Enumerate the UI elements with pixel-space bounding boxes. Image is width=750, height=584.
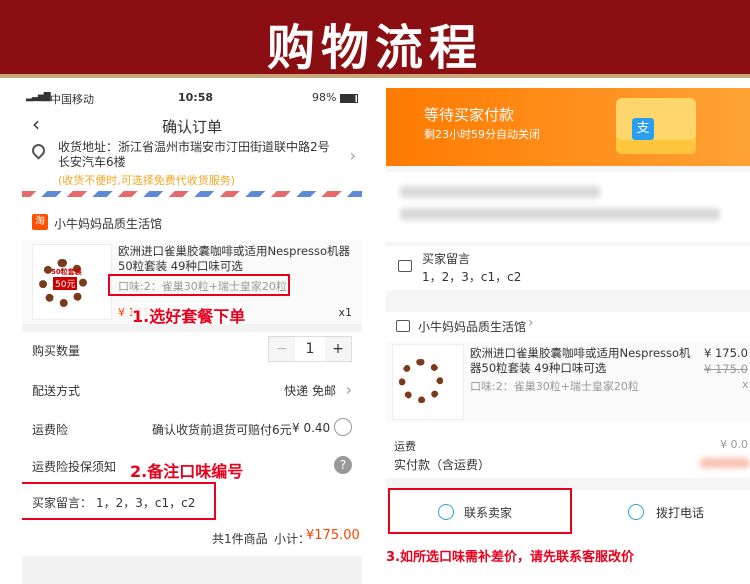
buy-qty-row: 购买数量 − 1 + — [22, 336, 362, 362]
store-icon — [396, 320, 410, 332]
banner-title: 购物流程 — [266, 20, 483, 76]
product-orig-price: ¥ 175.0 — [704, 362, 748, 376]
order-shop-card: 小牛妈妈品质生活馆 › 欧洲进口雀巢胶囊咖啡或适用Nespresso机器50粒套… — [386, 312, 750, 432]
address-row[interactable]: 收货地址：浙江省温州市瑞安市汀田街道联中路2号 长安汽车6楼 (收货不便时,可选… — [22, 140, 362, 188]
carrier-label: 中国移动 — [50, 93, 94, 106]
location-pin-icon — [29, 141, 48, 160]
thumb-badge: 50粒套装 — [51, 268, 82, 276]
wallet-icon — [616, 98, 696, 154]
buy-qty-label: 购买数量 — [32, 344, 81, 358]
left-order-screen: ▂▃▅▇ 中国移动 10:58 98% ‹ 确认订单 收货地址：浙江省温州市瑞安… — [22, 88, 362, 584]
chevron-right-icon: › — [349, 146, 356, 165]
summary-subtotal: ¥175.00 — [306, 528, 360, 543]
payment-summary-card: 运费 ¥ 0.0 实付款（含运费） — [386, 432, 750, 478]
insurance-notice-label: 运费险投保须知 — [32, 460, 117, 474]
bottom-divider — [22, 556, 362, 584]
call-label: 拨打电话 — [656, 506, 705, 520]
right-order-detail-screen: 等待买家付款 剩23小时59分自动关闭 支 买家留言 1，2，3，c1，c2 小… — [386, 88, 750, 584]
wait-sub: 剩23小时59分自动关闭 — [424, 128, 540, 141]
insurance-label: 运费险 — [32, 423, 69, 437]
status-bar: ▂▃▅▇ 中国移动 10:58 98% — [22, 88, 362, 108]
summary-subtotal-label: 小计： — [274, 532, 311, 546]
help-icon[interactable]: ? — [334, 456, 352, 474]
insurance-row[interactable]: 运费险 确认收货前退货可赔付6元 ¥ 0.40 — [22, 418, 362, 442]
shop-name: 小牛妈妈品质生活馆 — [54, 217, 163, 231]
product-qty: x — [742, 378, 749, 391]
buyer-message-card: 买家留言 1，2，3，c1，c2 — [386, 246, 750, 290]
product-flavor: 口味:2：雀巢30粒+瑞士皇家20粒 — [470, 380, 639, 393]
blurred-name — [400, 186, 600, 198]
product-title: 欧洲进口雀巢胶囊咖啡或适用Nespresso机器50粒套装 49种口味可选 — [118, 244, 351, 273]
annotation-step2: 2.备注口味编号 — [130, 462, 244, 481]
annotation-area: 3.如所选口味需补差价，请先联系客服改价 — [386, 540, 750, 584]
qty-minus-button[interactable]: − — [269, 337, 295, 361]
shop-icon: 淘 — [32, 214, 48, 230]
insurance-price: ¥ 0.40 — [292, 421, 331, 435]
thumb-badge-price: 50元 — [53, 277, 78, 290]
message-highlight-box — [22, 482, 216, 520]
annotation-step3: 3.如所选口味需补差价，请先联系客服改价 — [386, 550, 634, 565]
product-row[interactable]: 欧洲进口雀巢胶囊咖啡或适用Nespresso机器50粒套装 49种口味可选 口味… — [386, 342, 750, 422]
insurance-desc: 确认收货前退货可赔付6元 — [152, 423, 292, 437]
call-button[interactable]: 拨打电话 — [570, 490, 750, 534]
alipay-icon: 支 — [632, 118, 654, 140]
paid-label: 实付款（含运费） — [394, 458, 491, 472]
insurance-checkbox[interactable] — [334, 418, 352, 436]
qty-value[interactable]: 1 — [295, 337, 325, 361]
shop-row[interactable]: 淘 小牛妈妈品质生活馆 — [22, 214, 362, 234]
product-title: 欧洲进口雀巢胶囊咖啡或适用Nespresso机器50粒套装 49种口味可选 — [470, 346, 691, 375]
banner: 购物流程 — [0, 0, 750, 78]
product-thumbnail — [392, 344, 464, 420]
buyer-message-value: 1，2，3，c1，c2 — [422, 270, 522, 284]
summary-count: 共1件商品 — [212, 532, 268, 546]
page-title: 确认订单 — [161, 118, 222, 136]
battery-icon — [340, 94, 358, 103]
flavor-highlight-box — [108, 274, 290, 296]
delivery-value: 快递 免邮 — [284, 384, 336, 398]
freight-value: ¥ 0.0 — [720, 438, 748, 451]
qty-plus-button[interactable]: + — [325, 337, 351, 361]
product-qty: x1 — [338, 306, 352, 319]
address-card-blurred — [386, 172, 750, 242]
message-icon — [398, 260, 412, 272]
contact-highlight-box — [388, 488, 572, 534]
freight-label: 运费 — [394, 440, 416, 453]
product-price: ¥ 175.0 — [704, 346, 748, 360]
blurred-address — [400, 208, 720, 220]
battery-label: 98% — [312, 91, 337, 104]
address-hint[interactable]: (收货不便时,可选择免费代收货服务) — [58, 172, 235, 188]
address-text: 收货地址：浙江省温州市瑞安市汀田街道联中路2号 长安汽车6楼 — [58, 140, 330, 169]
buyer-message-label: 买家留言 — [422, 252, 471, 266]
chevron-right-icon: › — [528, 315, 534, 331]
blurred-paid-amount — [700, 458, 750, 468]
airmail-divider — [22, 191, 362, 197]
wait-title: 等待买家付款 — [424, 106, 515, 124]
quantity-stepper: − 1 + — [268, 336, 352, 362]
coffee-ring-image — [399, 359, 443, 403]
nav-bar: ‹ 确认订单 — [22, 112, 362, 140]
summary-row: 共1件商品 小计： ¥175.00 — [22, 528, 362, 550]
shop-name[interactable]: 小牛妈妈品质生活馆 — [418, 318, 526, 335]
delivery-label: 配送方式 — [32, 384, 81, 398]
wait-payment-header: 等待买家付款 剩23小时59分自动关闭 支 — [386, 88, 750, 166]
phone-icon — [628, 504, 644, 520]
time-label: 10:58 — [178, 91, 214, 104]
chevron-right-icon: › — [345, 380, 352, 399]
section-divider — [22, 324, 362, 332]
signal-icon: ▂▃▅▇ — [26, 92, 51, 102]
delivery-row[interactable]: 配送方式 快递 免邮 › — [22, 380, 362, 402]
product-thumbnail: 50粒套装 50元 — [32, 244, 112, 320]
